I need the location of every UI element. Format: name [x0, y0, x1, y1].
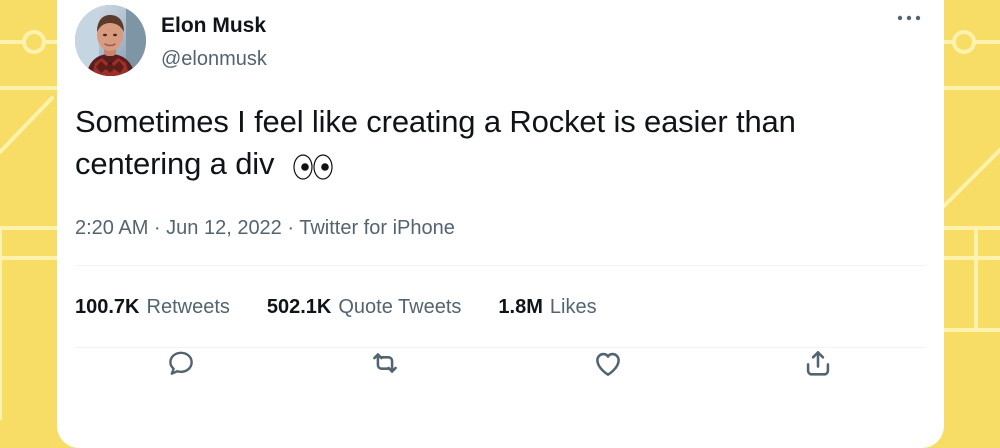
avatar[interactable] [75, 5, 146, 76]
author-handle[interactable]: @elonmusk [161, 47, 267, 71]
share-icon [806, 351, 830, 376]
like-icon [596, 352, 620, 376]
eyes-emoji-icon [293, 154, 333, 180]
engagement-stats: 100.7K Retweets 502.1K Quote Tweets 1.8M… [75, 295, 597, 319]
bottom-divider [75, 347, 926, 348]
reply-icon [169, 351, 193, 375]
retweet-button[interactable] [368, 346, 402, 380]
profile-photo [75, 5, 146, 76]
like-button[interactable] [591, 346, 625, 380]
author-name[interactable]: Elon Musk [161, 13, 266, 38]
quote-tweets-label: Quote Tweets [338, 296, 462, 318]
reply-button[interactable] [164, 346, 198, 380]
tweet-meta: 2:20 AM · Jun 12, 2022 · Twitter for iPh… [75, 217, 455, 239]
eyes-emoji: 👀 [289, 151, 337, 181]
top-divider [75, 265, 926, 266]
tweet-text: Sometimes I feel like creating a Rocket … [75, 104, 796, 181]
likes-count: 1.8M [498, 296, 543, 318]
retweet-icon [373, 353, 397, 373]
retweets-count: 100.7K [75, 296, 140, 318]
tweet-card: Elon Musk @elonmusk Sometimes I feel lik… [57, 0, 944, 448]
quote-tweets-count: 502.1K [266, 296, 332, 318]
share-button[interactable] [801, 346, 835, 380]
more-icon [897, 15, 921, 21]
likes-label: Likes [549, 296, 597, 318]
retweets-stat[interactable]: 100.7K Retweets [75, 295, 230, 319]
tweet-text-block: Sometimes I feel like creating a Rocket … [75, 101, 915, 185]
more-options-button[interactable] [895, 4, 923, 32]
retweets-label: Retweets [146, 296, 230, 318]
likes-stat[interactable]: 1.8M Likes [498, 295, 596, 319]
quote-tweets-stat[interactable]: 502.1K Quote Tweets [267, 295, 462, 319]
